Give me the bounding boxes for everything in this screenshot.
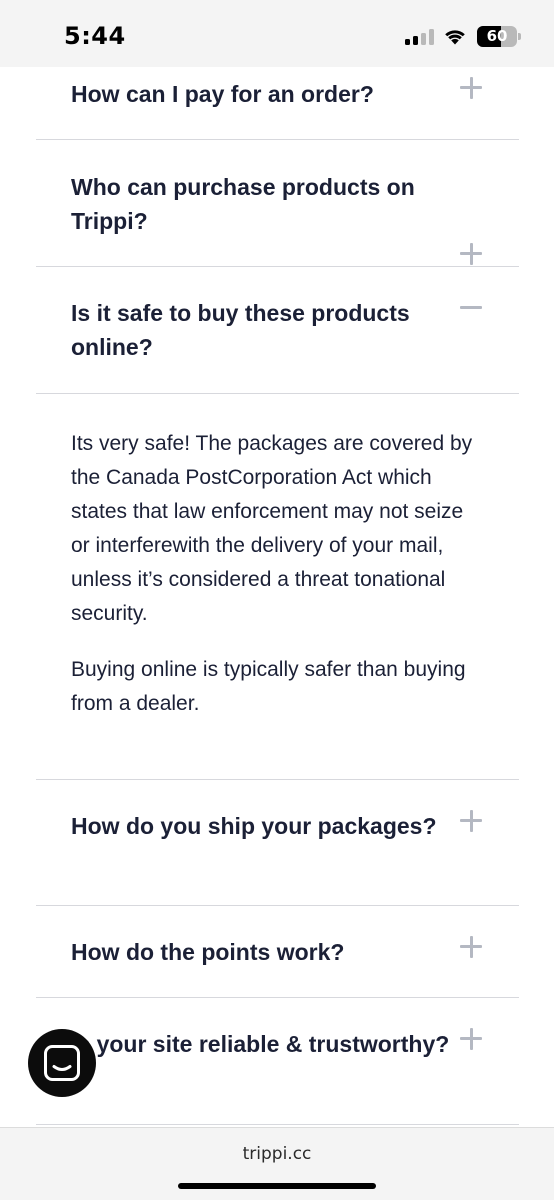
faq-question-text: Who can purchase products on Trippi? [71,174,415,234]
browser-url-bar: trippi.cc [0,1127,554,1200]
status-time: 5:44 [64,22,126,50]
faq-question-purchase[interactable]: Who can purchase products on Trippi? [36,140,519,266]
faq-question-points[interactable]: How do the points work? [36,906,519,997]
battery-percentage: 60 [486,27,508,45]
faq-item-reliability: Is your site reliable & trustworthy? [36,998,519,1125]
faq-question-text: How do the points work? [71,939,345,965]
faq-item-payment: How can I pay for an order? [36,67,519,140]
faq-item-purchase: Who can purchase products on Trippi? [36,140,519,267]
cellular-signal-icon [405,29,435,45]
faq-question-shipping[interactable]: How do you ship your packages? [36,780,519,905]
faq-item-points: How do the points work? [36,906,519,998]
faq-answer-safety: Its very safe! The packages are covered … [36,393,519,779]
battery-icon: 60 [477,26,517,47]
faq-question-text: How do you ship your packages? [71,813,437,839]
faq-answer-paragraph: Buying online is typically safer than bu… [71,658,466,715]
faq-question-safety[interactable]: Is it safe to buy these products online? [36,267,519,393]
plus-icon[interactable] [460,936,482,958]
plus-icon[interactable] [460,243,482,265]
faq-answer-paragraph: Its very safe! The packages are covered … [71,432,473,625]
faq-question-text: How can I pay for an order? [71,81,374,107]
faq-accordion: How can I pay for an order? Who can purc… [36,67,519,1125]
plus-icon[interactable] [460,1028,482,1050]
home-indicator[interactable] [178,1183,376,1189]
faq-item-shipping: How do you ship your packages? [36,780,519,906]
plus-icon[interactable] [460,77,482,99]
plus-icon[interactable] [460,810,482,832]
faq-question-payment[interactable]: How can I pay for an order? [36,67,519,139]
chat-launcher-button[interactable] [28,1029,96,1097]
wifi-icon [445,30,465,45]
url-address[interactable]: trippi.cc [0,1144,554,1164]
status-bar: 5:44 60 [0,0,554,67]
battery-cap [518,33,521,40]
faq-item-safety: Is it safe to buy these products online?… [36,267,519,780]
chat-smile-icon [44,1045,80,1081]
faq-question-text: Is your site reliable & trustworthy? [71,1031,450,1057]
faq-question-text: Is it safe to buy these products online? [71,300,410,360]
minus-icon[interactable] [460,297,482,319]
faq-question-reliability[interactable]: Is your site reliable & trustworthy? [36,998,519,1124]
